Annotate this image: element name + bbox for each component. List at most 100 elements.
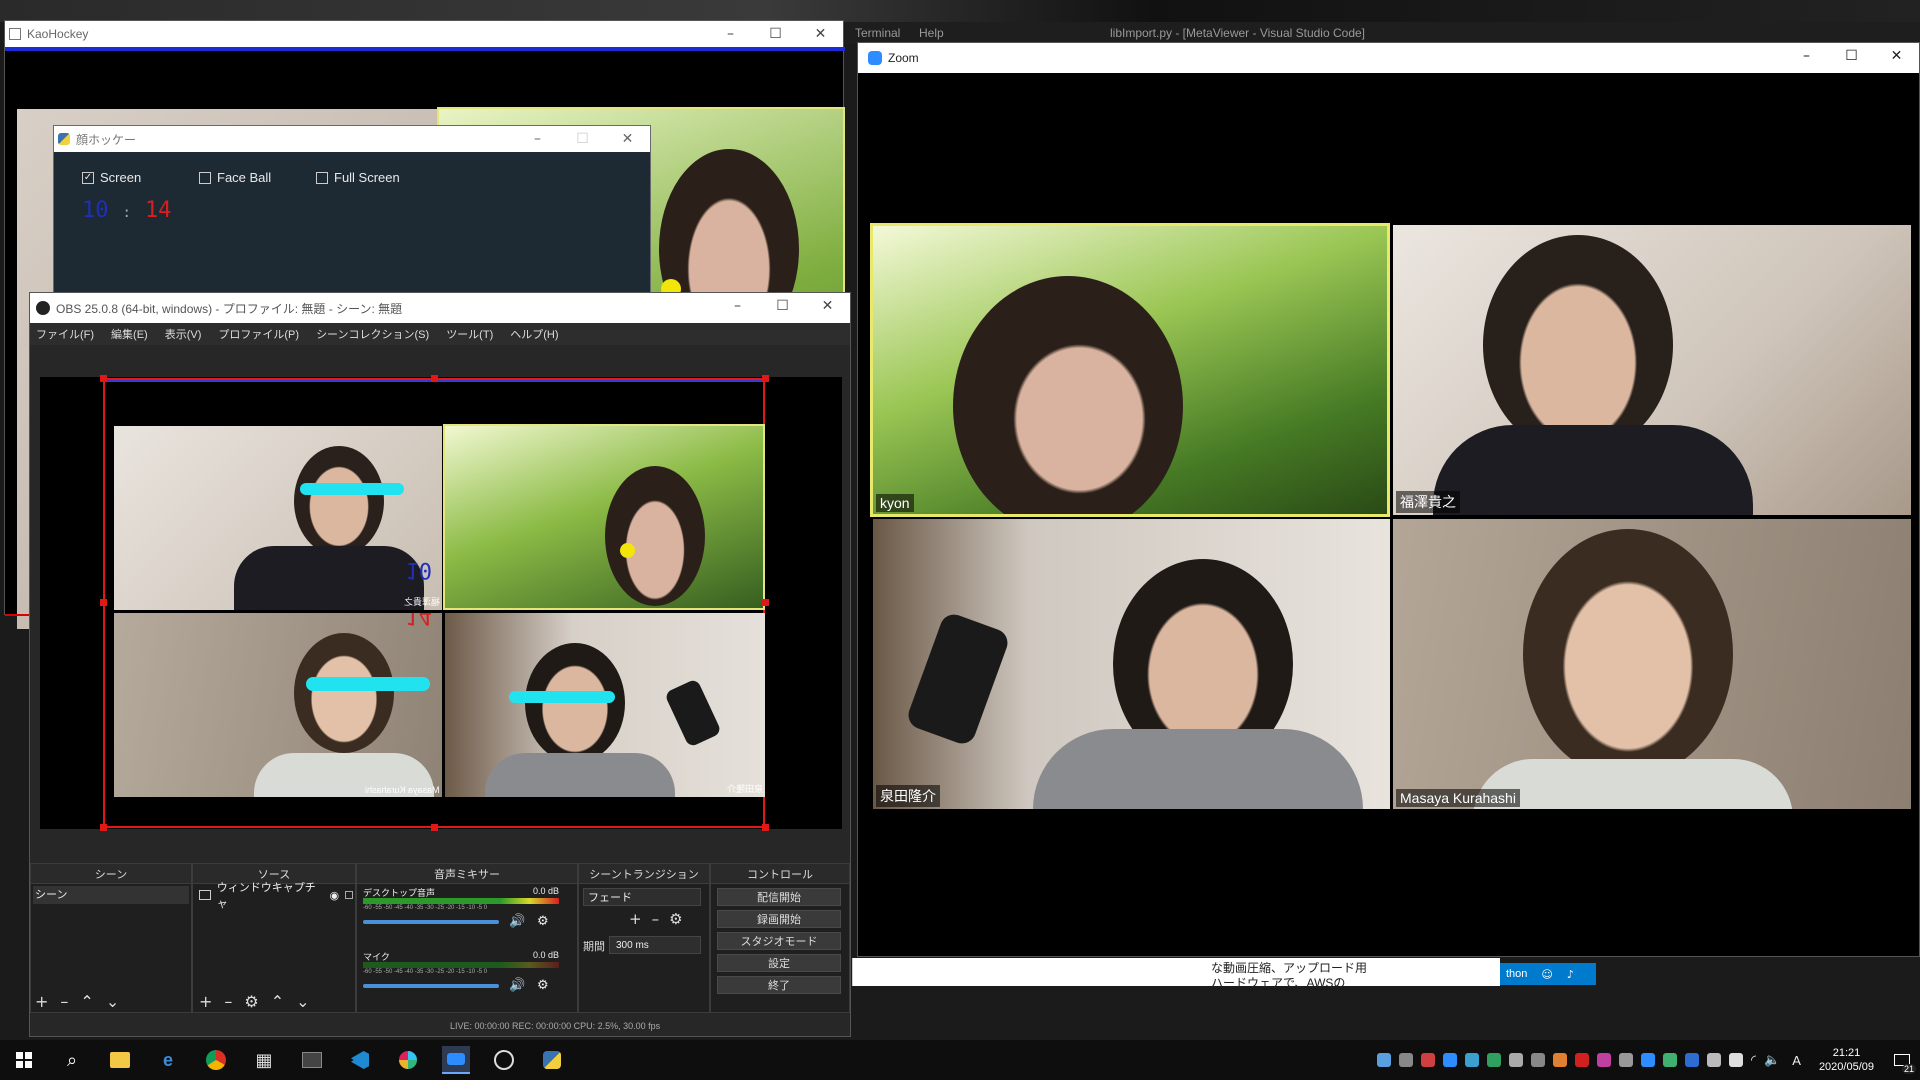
edge-icon[interactable]: e xyxy=(154,1046,182,1074)
remove-icon[interactable]: – xyxy=(60,992,68,1011)
chrome-icon[interactable] xyxy=(202,1046,230,1074)
transition-select[interactable]: フェード xyxy=(583,888,701,906)
remove-icon[interactable]: – xyxy=(652,910,660,928)
up-icon[interactable]: ⌃ xyxy=(271,992,284,1011)
slack-icon[interactable] xyxy=(394,1046,422,1074)
obs-preview[interactable]: 10 福澤貴之 14 Masaya Kurahashi 泉田隆介 xyxy=(40,375,842,831)
bell-icon[interactable]: ♪ xyxy=(1567,968,1574,981)
python-taskbar-icon[interactable] xyxy=(538,1046,566,1074)
bluetooth-icon[interactable] xyxy=(1685,1053,1700,1067)
menu-view[interactable]: 表示(V) xyxy=(165,326,202,342)
add-icon[interactable]: + xyxy=(199,992,212,1011)
lock-icon[interactable] xyxy=(345,891,353,899)
vscode-menu-terminal[interactable]: Terminal xyxy=(855,26,900,40)
keyboard-icon[interactable] xyxy=(1707,1053,1722,1067)
wifi-icon[interactable]: ◜ xyxy=(1751,1053,1756,1068)
maximize-icon[interactable]: ☐ xyxy=(760,293,805,319)
start-recording-button[interactable]: 録画開始 xyxy=(717,910,841,928)
ime-indicator[interactable]: A xyxy=(1792,1053,1801,1068)
menu-tools[interactable]: ツール(T) xyxy=(446,326,493,342)
speaker-icon[interactable]: 🔊 xyxy=(509,978,525,993)
checkbox-unchecked-icon[interactable] xyxy=(316,171,328,184)
close-icon[interactable]: ✕ xyxy=(605,126,650,152)
minimize-icon[interactable]: – xyxy=(708,21,753,47)
close-icon[interactable]: ✕ xyxy=(1874,43,1919,69)
exit-button[interactable]: 終了 xyxy=(717,976,841,994)
vscode-icon[interactable] xyxy=(346,1046,374,1074)
search-icon[interactable]: ⌕ xyxy=(58,1046,86,1074)
tray-app-icon[interactable] xyxy=(1487,1053,1502,1067)
tray-app-icon[interactable] xyxy=(1377,1053,1392,1067)
resize-handle[interactable] xyxy=(100,599,107,606)
tray-app-icon[interactable] xyxy=(1619,1053,1634,1067)
windows-start-icon[interactable] xyxy=(10,1046,38,1074)
close-icon[interactable]: ✕ xyxy=(798,21,843,47)
up-icon[interactable]: ⌃ xyxy=(80,992,93,1011)
checkbox-face-ball[interactable]: Face Ball xyxy=(199,170,271,185)
video-editor-icon[interactable]: ▦ xyxy=(250,1046,278,1074)
settings-button[interactable]: 設定 xyxy=(717,954,841,972)
tray-app-icon[interactable] xyxy=(1663,1053,1678,1067)
file-explorer-icon[interactable] xyxy=(106,1046,134,1074)
start-streaming-button[interactable]: 配信開始 xyxy=(717,888,841,906)
checkbox-screen[interactable]: ✓ Screen xyxy=(82,170,141,185)
volume-slider[interactable] xyxy=(363,984,499,988)
volume-slider[interactable] xyxy=(363,920,499,924)
checkbox-checked-icon[interactable]: ✓ xyxy=(82,171,94,184)
down-icon[interactable]: ⌄ xyxy=(106,992,119,1011)
add-icon[interactable]: + xyxy=(35,992,48,1011)
eye-icon[interactable]: ◉ xyxy=(330,889,340,902)
obs-taskbar-icon[interactable] xyxy=(490,1046,518,1074)
minimize-icon[interactable]: – xyxy=(515,126,560,152)
tray-app-icon[interactable] xyxy=(1597,1053,1612,1067)
gear-icon[interactable]: ⚙ xyxy=(537,914,549,929)
tray-app-icon[interactable] xyxy=(1641,1053,1656,1067)
tray-app-icon[interactable] xyxy=(1399,1053,1414,1067)
close-icon[interactable]: ✕ xyxy=(805,293,850,319)
participant-tile-3[interactable]: 泉田隆介 xyxy=(873,519,1390,809)
terminal-icon[interactable] xyxy=(298,1046,326,1074)
clock[interactable]: 21:21 2020/05/09 xyxy=(1819,1046,1874,1074)
gear-icon[interactable]: ⚙ xyxy=(669,910,682,928)
menu-scene-collection[interactable]: シーンコレクション(S) xyxy=(316,326,429,342)
studio-mode-button[interactable]: スタジオモード xyxy=(717,932,841,950)
resize-handle[interactable] xyxy=(762,824,769,831)
resize-handle[interactable] xyxy=(100,824,107,831)
tray-app-icon[interactable] xyxy=(1575,1053,1590,1067)
resize-handle[interactable] xyxy=(762,375,769,382)
menu-file[interactable]: ファイル(F) xyxy=(36,326,94,342)
volume-icon[interactable]: 🔈 xyxy=(1764,1053,1780,1068)
checkbox-unchecked-icon[interactable] xyxy=(199,171,211,184)
resize-handle[interactable] xyxy=(431,375,438,382)
checkbox-full-screen[interactable]: Full Screen xyxy=(316,170,400,185)
minimize-icon[interactable]: – xyxy=(715,293,760,319)
participant-tile-4[interactable]: Masaya Kurahashi xyxy=(1393,519,1911,809)
tray-app-icon[interactable] xyxy=(1421,1053,1436,1067)
feedback-icon[interactable]: ☺ xyxy=(1541,968,1552,981)
zoom-taskbar-icon[interactable] xyxy=(442,1046,470,1074)
participant-tile-2[interactable]: 福澤貴之 xyxy=(1393,225,1911,515)
speaker-icon[interactable]: 🔊 xyxy=(509,914,525,929)
menu-profile[interactable]: プロファイル(P) xyxy=(218,326,299,342)
add-icon[interactable]: + xyxy=(629,910,642,928)
tray-app-icon[interactable] xyxy=(1531,1053,1546,1067)
tray-app-icon[interactable] xyxy=(1509,1053,1524,1067)
tray-app-icon[interactable] xyxy=(1443,1053,1458,1067)
tray-app-icon[interactable] xyxy=(1553,1053,1568,1067)
participant-tile-kyon[interactable]: kyon xyxy=(870,223,1390,517)
resize-handle[interactable] xyxy=(100,375,107,382)
resize-handle[interactable] xyxy=(762,599,769,606)
notification-center-icon[interactable]: 21 xyxy=(1884,1040,1920,1080)
menu-help[interactable]: ヘルプ(H) xyxy=(510,326,558,342)
down-icon[interactable]: ⌄ xyxy=(296,992,309,1011)
minimize-icon[interactable]: – xyxy=(1784,43,1829,69)
tray-app-icon[interactable] xyxy=(1465,1053,1480,1067)
gear-icon[interactable]: ⚙ xyxy=(244,992,258,1011)
battery-icon[interactable] xyxy=(1729,1053,1744,1067)
vscode-menu-help[interactable]: Help xyxy=(919,26,944,40)
maximize-icon[interactable]: ☐ xyxy=(753,21,798,47)
python-status[interactable]: thon xyxy=(1506,968,1527,980)
maximize-icon[interactable]: ☐ xyxy=(1829,43,1874,69)
duration-spinbox[interactable]: 300 ms xyxy=(609,936,701,954)
gear-icon[interactable]: ⚙ xyxy=(537,978,549,993)
